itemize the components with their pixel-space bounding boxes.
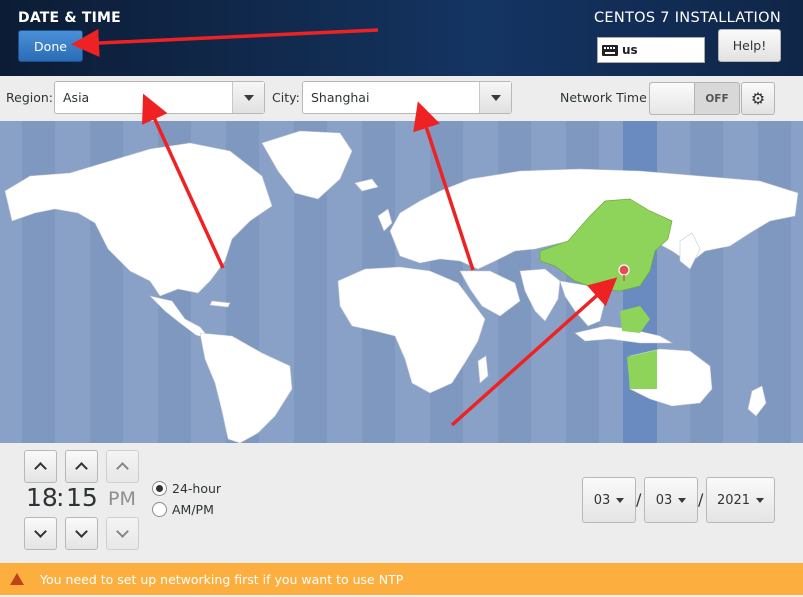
chevron-down-icon <box>75 525 88 538</box>
radio-unselected-indicator[interactable] <box>152 502 167 517</box>
minutes-down-button[interactable] <box>65 517 98 550</box>
chevron-up-icon <box>75 462 88 475</box>
ampm-down-button[interactable] <box>106 517 139 550</box>
chevron-down-icon <box>34 525 47 538</box>
year-value: 2021 <box>716 492 751 508</box>
chevron-down-icon <box>116 525 129 538</box>
format-ampm-radio[interactable]: AM/PM <box>152 502 214 517</box>
month-value: 03 <box>593 492 611 508</box>
switch-knob[interactable] <box>650 83 695 114</box>
keyboard-layout-label: us <box>622 43 638 57</box>
day-dropdown[interactable]: 03 <box>644 477 698 523</box>
help-button[interactable]: Help! <box>718 29 781 62</box>
format-24-hour-label: 24-hour <box>172 481 222 496</box>
city-label: City: <box>272 90 300 105</box>
hours-down-button[interactable] <box>24 517 57 550</box>
radio-selected-indicator[interactable] <box>152 481 167 496</box>
minutes-display: 15 <box>66 483 98 512</box>
chevron-down-icon <box>616 497 625 503</box>
keyboard-layout-indicator[interactable]: us <box>597 37 705 63</box>
city-combo[interactable]: Shanghai <box>302 81 512 114</box>
chevron-down-icon <box>490 94 501 101</box>
hours-display: 18 <box>26 483 58 512</box>
city-dropdown-button[interactable] <box>479 82 511 113</box>
done-button[interactable]: Done <box>18 30 83 62</box>
keyboard-icon <box>602 44 618 56</box>
time-separator: : <box>56 483 65 512</box>
network-time-switch[interactable]: OFF <box>649 82 740 115</box>
page-title: DATE & TIME <box>18 10 121 26</box>
product-title: CENTOS 7 INSTALLATION <box>593 10 781 26</box>
chevron-up-icon <box>116 462 129 475</box>
timezone-map[interactable] <box>0 121 803 443</box>
warning-text: You need to set up networking first if y… <box>40 571 404 587</box>
format-24-hour-radio[interactable]: 24-hour <box>152 481 221 496</box>
year-dropdown[interactable]: 2021 <box>706 477 775 523</box>
region-combo[interactable]: Asia <box>54 81 265 114</box>
warning-icon <box>10 573 24 585</box>
region-value: Asia <box>63 90 90 105</box>
region-dropdown-button[interactable] <box>232 82 264 113</box>
world-map-svg[interactable] <box>0 121 803 443</box>
ntp-warning-bar: You need to set up networking first if y… <box>0 563 803 595</box>
minutes-up-button[interactable] <box>65 450 98 483</box>
gear-icon: ⚙ <box>750 89 766 108</box>
day-value: 03 <box>655 492 673 508</box>
ampm-display: PM <box>108 488 136 510</box>
city-value: Shanghai <box>311 90 370 105</box>
date-separator: / <box>636 490 642 509</box>
chevron-up-icon <box>34 462 47 475</box>
network-time-state: OFF <box>705 92 729 105</box>
chevron-down-icon <box>756 497 765 503</box>
ampm-up-button[interactable] <box>106 450 139 483</box>
month-dropdown[interactable]: 03 <box>582 477 636 523</box>
chevron-down-icon <box>243 94 254 101</box>
location-pin-icon[interactable] <box>618 264 630 276</box>
format-ampm-label: AM/PM <box>172 502 214 517</box>
chevron-down-icon <box>678 497 687 503</box>
region-label: Region: <box>6 90 54 105</box>
ntp-config-button[interactable]: ⚙ <box>741 82 775 115</box>
date-separator: / <box>698 490 704 509</box>
header-bar: DATE & TIME CENTOS 7 INSTALLATION Done u… <box>0 0 803 76</box>
hours-up-button[interactable] <box>24 450 57 483</box>
network-time-label: Network Time <box>560 90 647 105</box>
